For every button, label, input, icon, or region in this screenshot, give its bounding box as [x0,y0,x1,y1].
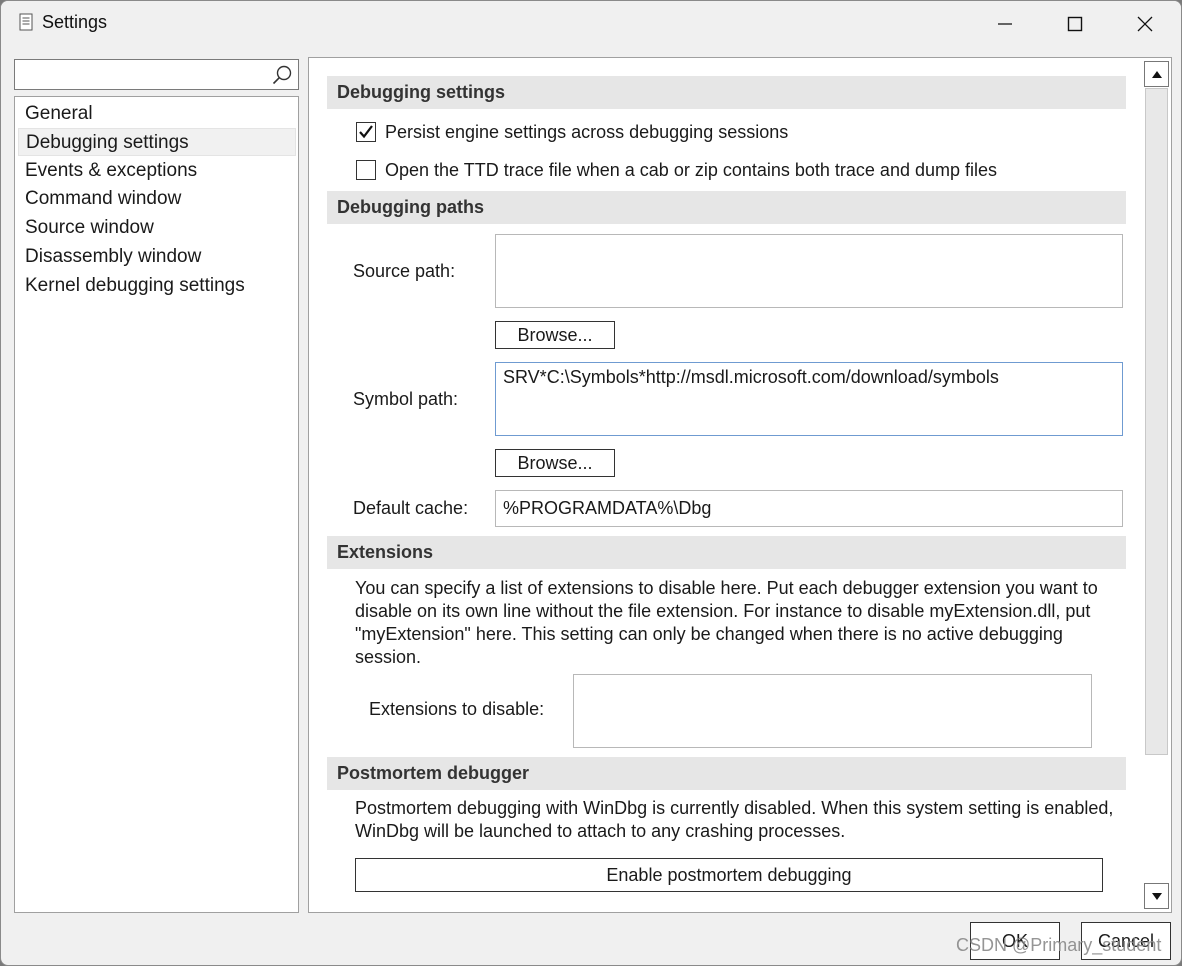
close-icon [1137,16,1153,32]
default-cache-field[interactable] [495,490,1123,527]
source-path-field[interactable] [495,234,1123,308]
section-header-postmortem: Postmortem debugger [327,757,1126,790]
section-header-debugging-settings: Debugging settings [327,76,1126,109]
section-header-extensions: Extensions [327,536,1126,569]
symbol-path-label: Symbol path: [353,389,459,409]
persist-settings-checkbox[interactable] [356,122,376,142]
sidebar-item-disassembly-window[interactable]: Disassembly window [18,243,296,271]
maximize-icon [1067,16,1083,32]
minimize-button[interactable] [970,1,1040,47]
sidebar-item-source-window[interactable]: Source window [18,214,296,242]
sidebar-item-command-window[interactable]: Command window [18,185,296,213]
sidebar-item-kernel-debugging-settings[interactable]: Kernel debugging settings [18,272,296,300]
content-scrollbar[interactable] [1143,58,1171,912]
watermark-text: CSDN @Primary_student [956,935,1162,955]
source-path-label: Source path: [353,261,456,281]
maximize-button[interactable] [1040,1,1110,47]
extensions-disable-label: Extensions to disable: [369,699,545,719]
window-title: Settings [42,12,108,32]
sidebar-item-events-exceptions[interactable]: Events & exceptions [18,157,296,185]
symbol-path-field[interactable]: SRV*C:\Symbols*http://msdl.microsoft.com… [495,362,1123,436]
title-bar: Settings [1,1,1181,47]
scroll-up-arrow-icon [1151,70,1162,78]
section-header-debugging-paths: Debugging paths [327,191,1126,224]
extensions-description: You can specify a list of extensions to … [355,578,1098,667]
minimize-icon [998,23,1012,25]
scroll-up-button[interactable] [1144,61,1169,87]
scrollbar-thumb[interactable] [1145,88,1168,755]
scroll-down-button[interactable] [1144,883,1169,909]
search-icon[interactable] [271,64,293,86]
settings-window: Settings General Debugging settings Even… [0,0,1182,966]
settings-nav-list: General Debugging settings Events & exce… [14,96,299,913]
persist-settings-row: Persist engine settings across debugging… [356,119,788,145]
search-input[interactable] [15,60,265,89]
persist-settings-label: Persist engine settings across debugging… [385,121,789,142]
sidebar-item-debugging-settings[interactable]: Debugging settings [18,128,296,156]
ttd-trace-label: Open the TTD trace file when a cab or zi… [385,159,997,180]
sidebar-item-general[interactable]: General [18,100,296,128]
source-browse-button[interactable]: Browse... [495,321,615,349]
ttd-trace-row: Open the TTD trace file when a cab or zi… [356,157,997,183]
scroll-down-arrow-icon [1151,892,1162,900]
search-box [14,59,299,90]
settings-app-icon [19,13,33,31]
ttd-trace-checkbox[interactable] [356,160,376,180]
extensions-disable-field[interactable] [573,674,1092,748]
enable-postmortem-button[interactable]: Enable postmortem debugging [355,858,1103,892]
checkmark-icon [359,125,373,139]
postmortem-description: Postmortem debugging with WinDbg is curr… [355,798,1114,841]
settings-content-panel: Debugging settings Persist engine settin… [308,57,1172,913]
close-button[interactable] [1110,1,1180,47]
symbol-browse-button[interactable]: Browse... [495,449,615,477]
default-cache-label: Default cache: [353,498,469,518]
